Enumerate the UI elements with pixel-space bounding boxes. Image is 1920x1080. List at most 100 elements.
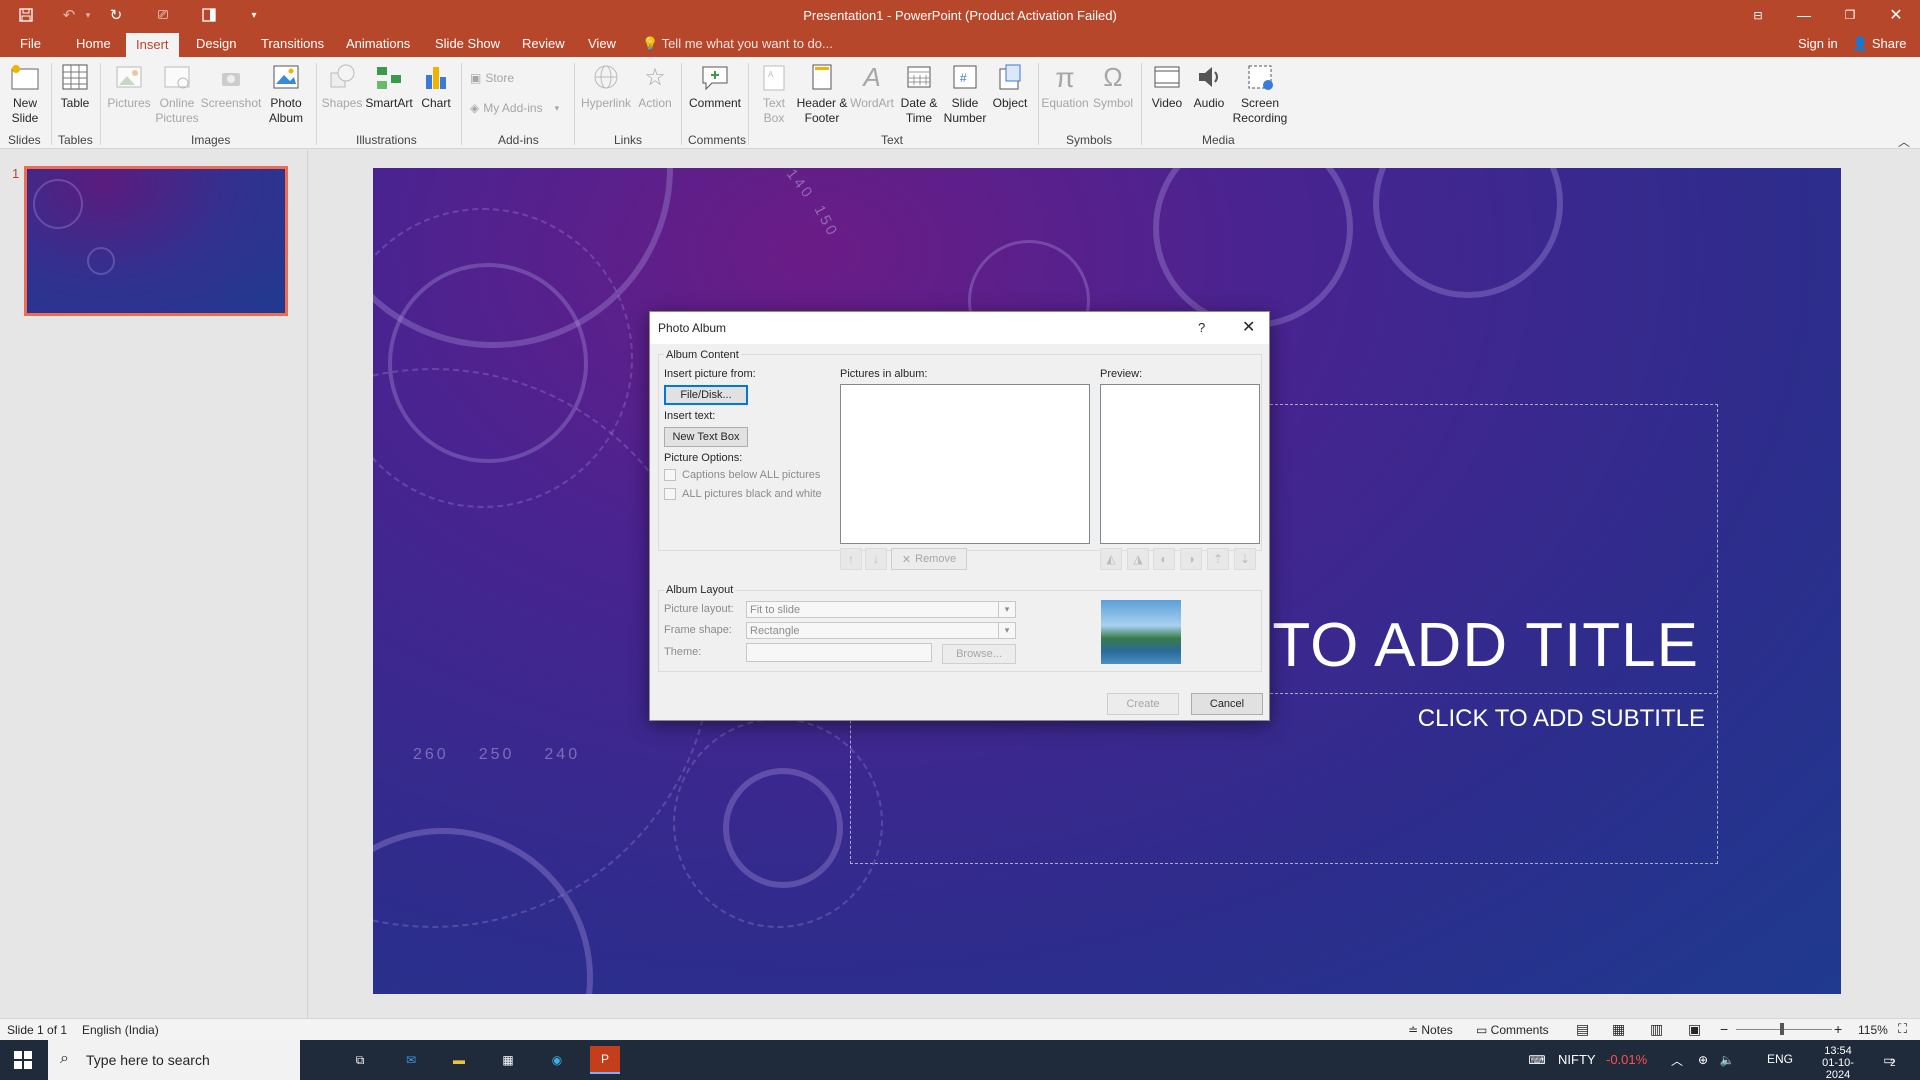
clock[interactable]: 13:54 01-10-2024 bbox=[1810, 1045, 1866, 1080]
browse-button[interactable]: Browse... bbox=[942, 644, 1016, 664]
keyboard-icon[interactable]: ⌨ bbox=[1522, 1046, 1552, 1074]
nifty-label[interactable]: NIFTY bbox=[1558, 1052, 1596, 1067]
language-indicator[interactable]: ENG bbox=[1767, 1052, 1793, 1066]
zoom-level[interactable]: 115% bbox=[1858, 1023, 1888, 1037]
online-pictures-button[interactable]: Online Pictures bbox=[154, 61, 200, 126]
store-app-icon[interactable]: ▦ bbox=[493, 1046, 523, 1074]
taskbar-search[interactable]: ⌕ Type here to search bbox=[48, 1040, 300, 1080]
create-button[interactable]: Create bbox=[1107, 693, 1179, 715]
captions-checkbox[interactable] bbox=[664, 469, 676, 481]
symbol-button[interactable]: Ω Symbol bbox=[1092, 61, 1134, 111]
zoom-slider-thumb[interactable] bbox=[1780, 1023, 1784, 1035]
text-box-label: Text Box bbox=[762, 96, 785, 125]
equation-button[interactable]: π Equation bbox=[1040, 61, 1090, 111]
slide-sorter-icon[interactable]: ▦ bbox=[1612, 1021, 1625, 1038]
text-box-button[interactable]: A Text Box bbox=[754, 61, 794, 126]
header-footer-button[interactable]: Header & Footer bbox=[796, 61, 848, 126]
tab-home[interactable]: Home bbox=[76, 36, 111, 51]
tab-view[interactable]: View bbox=[588, 36, 616, 51]
contrast-icon[interactable]: ◐ bbox=[1153, 548, 1175, 570]
notification-center-icon[interactable]: ▭ bbox=[1874, 1046, 1904, 1074]
pictures-button[interactable]: Pictures bbox=[106, 61, 152, 111]
decrease-icon[interactable]: ⇣ bbox=[1234, 548, 1256, 570]
tab-insert[interactable]: Insert bbox=[126, 33, 179, 57]
rotate-left-icon[interactable]: ◭ bbox=[1100, 548, 1122, 570]
theme-input[interactable] bbox=[746, 643, 932, 662]
slide-thumbnail-number: 1 bbox=[12, 166, 20, 181]
group-addins: Add-ins bbox=[498, 133, 539, 147]
tab-file[interactable]: File bbox=[20, 36, 41, 51]
date-time-button[interactable]: Date & Time bbox=[896, 61, 942, 126]
store-button[interactable]: ▣ Store bbox=[470, 71, 514, 86]
new-slide-button[interactable]: New Slide bbox=[6, 61, 44, 126]
file-disk-button[interactable]: File/Disk... bbox=[664, 385, 748, 405]
wordart-button[interactable]: A WordArt bbox=[850, 61, 894, 111]
reading-view-icon[interactable]: ▥ bbox=[1650, 1021, 1663, 1038]
my-addins-button[interactable]: ◈ My Add-ins ▾ bbox=[470, 101, 559, 116]
comment-button[interactable]: Comment bbox=[686, 61, 744, 111]
collapse-ribbon-icon[interactable]: ︿ bbox=[1898, 133, 1910, 150]
ribbon-display-options-icon[interactable]: ⊟ bbox=[1735, 0, 1781, 30]
smartart-button[interactable]: SmartArt bbox=[364, 61, 414, 111]
cancel-button[interactable]: Cancel bbox=[1191, 693, 1263, 715]
tab-transitions[interactable]: Transitions bbox=[261, 36, 324, 51]
frame-shape-select[interactable]: Rectangle ▾ bbox=[746, 622, 1016, 639]
restore-button[interactable]: ❐ bbox=[1827, 0, 1873, 30]
black-white-checkbox[interactable] bbox=[664, 488, 676, 500]
action-button[interactable]: ☆ Action bbox=[636, 61, 674, 111]
sign-in-link[interactable]: Sign in bbox=[1798, 36, 1838, 51]
zoom-slider[interactable] bbox=[1736, 1029, 1832, 1030]
help-button[interactable]: ? bbox=[1198, 320, 1205, 335]
tab-review[interactable]: Review bbox=[522, 36, 565, 51]
share-button[interactable]: 👤 Share bbox=[1852, 36, 1907, 52]
photo-album-button[interactable]: Photo Album bbox=[264, 61, 308, 126]
brightness-icon[interactable]: ◑ bbox=[1180, 548, 1202, 570]
close-button[interactable]: ✕ bbox=[1873, 0, 1919, 30]
task-view-icon[interactable]: ⧉ bbox=[345, 1046, 375, 1074]
language-indicator[interactable]: English (India) bbox=[82, 1023, 159, 1037]
zoom-out-icon[interactable]: − bbox=[1720, 1021, 1728, 1037]
slide-number-button[interactable]: # Slide Number bbox=[942, 61, 988, 126]
remove-button[interactable]: ✕ Remove bbox=[891, 548, 967, 570]
chart-icon bbox=[420, 61, 452, 93]
file-explorer-icon[interactable]: ▬ bbox=[444, 1046, 474, 1074]
notes-button[interactable]: ≐ Notes bbox=[1408, 1023, 1453, 1037]
move-down-icon[interactable]: ↓ bbox=[865, 548, 887, 570]
tell-me-box[interactable]: 💡 Tell me what you want to do... bbox=[642, 36, 833, 52]
search-icon: ⌕ bbox=[60, 1050, 69, 1067]
screen-recording-button[interactable]: Screen Recording bbox=[1232, 61, 1288, 126]
mail-icon[interactable]: ✉ bbox=[396, 1046, 426, 1074]
volume-icon[interactable]: 🔈 bbox=[1712, 1046, 1742, 1074]
comments-button[interactable]: ▭ Comments bbox=[1476, 1023, 1549, 1037]
pictures-in-album-list[interactable] bbox=[840, 384, 1090, 544]
rotate-right-icon[interactable]: ◮ bbox=[1127, 548, 1149, 570]
chart-button[interactable]: Chart bbox=[416, 61, 456, 111]
minimize-button[interactable]: — bbox=[1781, 0, 1827, 30]
divider bbox=[100, 63, 101, 145]
powerpoint-app-icon[interactable]: P bbox=[590, 1046, 620, 1074]
object-button[interactable]: Object bbox=[990, 61, 1030, 111]
hyperlink-button[interactable]: Hyperlink bbox=[578, 61, 634, 111]
new-text-box-button[interactable]: New Text Box bbox=[664, 427, 748, 447]
slide-subtitle[interactable]: CLICK TO ADD SUBTITLE bbox=[1418, 705, 1705, 733]
edge-icon[interactable]: ◉ bbox=[542, 1046, 572, 1074]
shapes-button[interactable]: Shapes bbox=[320, 61, 364, 111]
smartart-icon bbox=[373, 61, 405, 93]
increase-icon[interactable]: ⇡ bbox=[1207, 548, 1229, 570]
audio-button[interactable]: Audio bbox=[1189, 61, 1229, 111]
video-button[interactable]: Video bbox=[1148, 61, 1186, 111]
fit-to-window-icon[interactable]: ⛶ bbox=[1898, 1021, 1907, 1037]
zoom-in-icon[interactable]: + bbox=[1834, 1021, 1842, 1037]
tab-design[interactable]: Design bbox=[196, 36, 236, 51]
tab-slide-show[interactable]: Slide Show bbox=[435, 36, 500, 51]
normal-view-icon[interactable]: ▤ bbox=[1576, 1021, 1589, 1038]
move-up-icon[interactable]: ↑ bbox=[840, 548, 862, 570]
screenshot-button[interactable]: Screenshot bbox=[200, 61, 262, 111]
slide-thumbnail[interactable] bbox=[24, 166, 288, 316]
tab-animations[interactable]: Animations bbox=[346, 36, 410, 51]
dialog-close-icon[interactable]: ✕ bbox=[1242, 317, 1255, 337]
table-button[interactable]: Table bbox=[57, 61, 93, 111]
picture-layout-select[interactable]: Fit to slide ▾ bbox=[746, 601, 1016, 618]
windows-start-icon[interactable] bbox=[8, 1046, 38, 1074]
slideshow-view-icon[interactable]: ▣ bbox=[1688, 1021, 1701, 1038]
